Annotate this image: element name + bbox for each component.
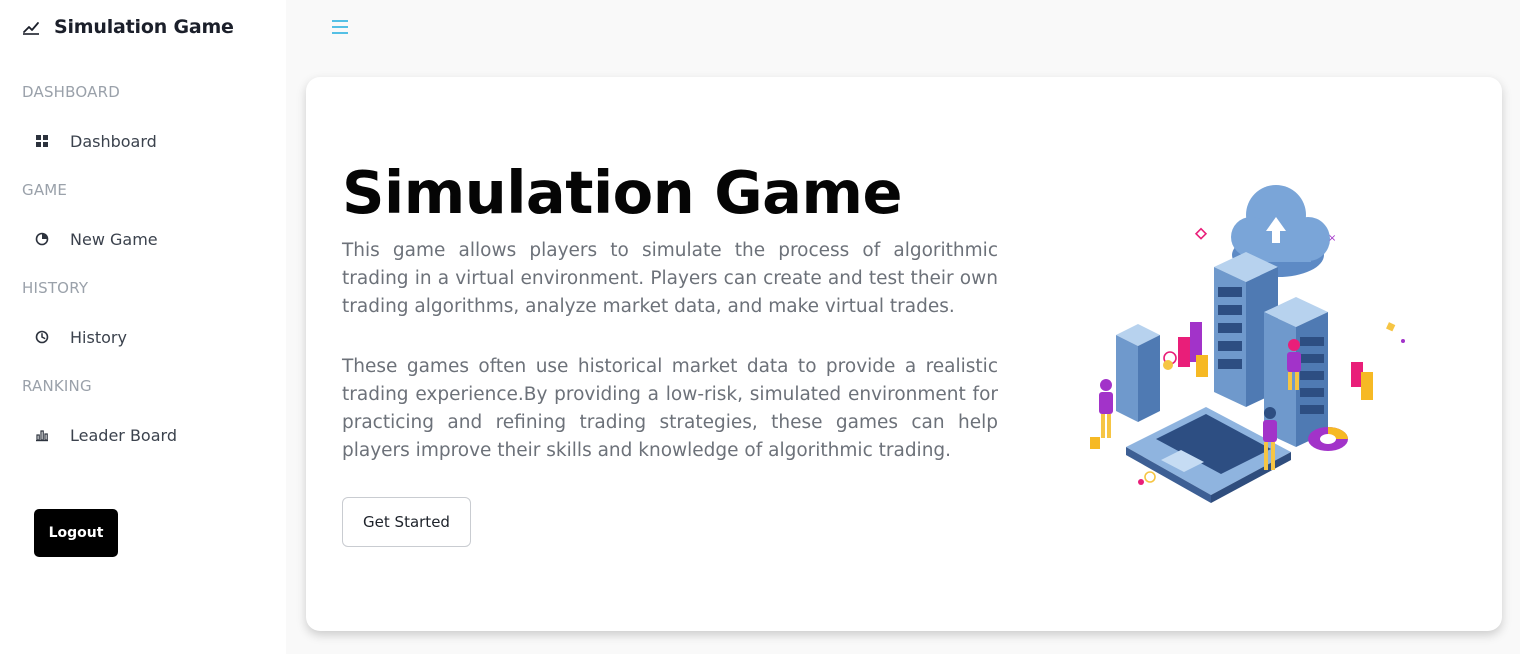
section-label-history: HISTORY (22, 279, 89, 297)
svg-text:×: × (1328, 233, 1336, 244)
sidebar-item-dashboard[interactable]: Dashboard (22, 123, 262, 159)
hamburger-menu-icon[interactable] (330, 17, 350, 37)
logout-button[interactable]: Logout (34, 509, 118, 557)
sidebar-item-label: Leader Board (70, 425, 177, 445)
sidebar-item-leader-board[interactable]: Leader Board (22, 417, 262, 453)
hero-paragraph-2: These games often use historical market … (342, 356, 998, 461)
hero-card: Simulation Game This game allows players… (306, 77, 1502, 631)
get-started-button[interactable]: Get Started (342, 497, 471, 547)
server-rack-icon (1116, 324, 1160, 422)
grid-icon (35, 134, 49, 148)
donut-chart-graphic (1308, 427, 1348, 451)
section-label-game: GAME (22, 181, 68, 199)
sidebar-item-label: History (70, 327, 127, 347)
sidebar: Simulation Game DASHBOARD Dashboard GAME… (0, 0, 286, 654)
bar-chart-icon (35, 428, 49, 442)
brand-title: Simulation Game (54, 16, 234, 38)
sidebar-item-label: New Game (70, 229, 158, 249)
section-label-ranking: RANKING (22, 377, 92, 395)
chart-line-icon (23, 22, 39, 35)
section-label-dashboard: DASHBOARD (22, 83, 120, 101)
hero-paragraph-1: This game allows players to simulate the… (342, 240, 998, 317)
sidebar-item-new-game[interactable]: New Game (22, 221, 262, 257)
brand[interactable]: Simulation Game (22, 14, 234, 40)
pie-chart-icon (35, 232, 49, 246)
clock-icon (35, 330, 49, 344)
person-figure (1099, 379, 1113, 438)
sidebar-item-label: Dashboard (70, 131, 157, 151)
isometric-server-illustration: × (1090, 185, 1405, 503)
sidebar-item-history[interactable]: History (22, 319, 262, 355)
page-title: Simulation Game (342, 158, 902, 227)
